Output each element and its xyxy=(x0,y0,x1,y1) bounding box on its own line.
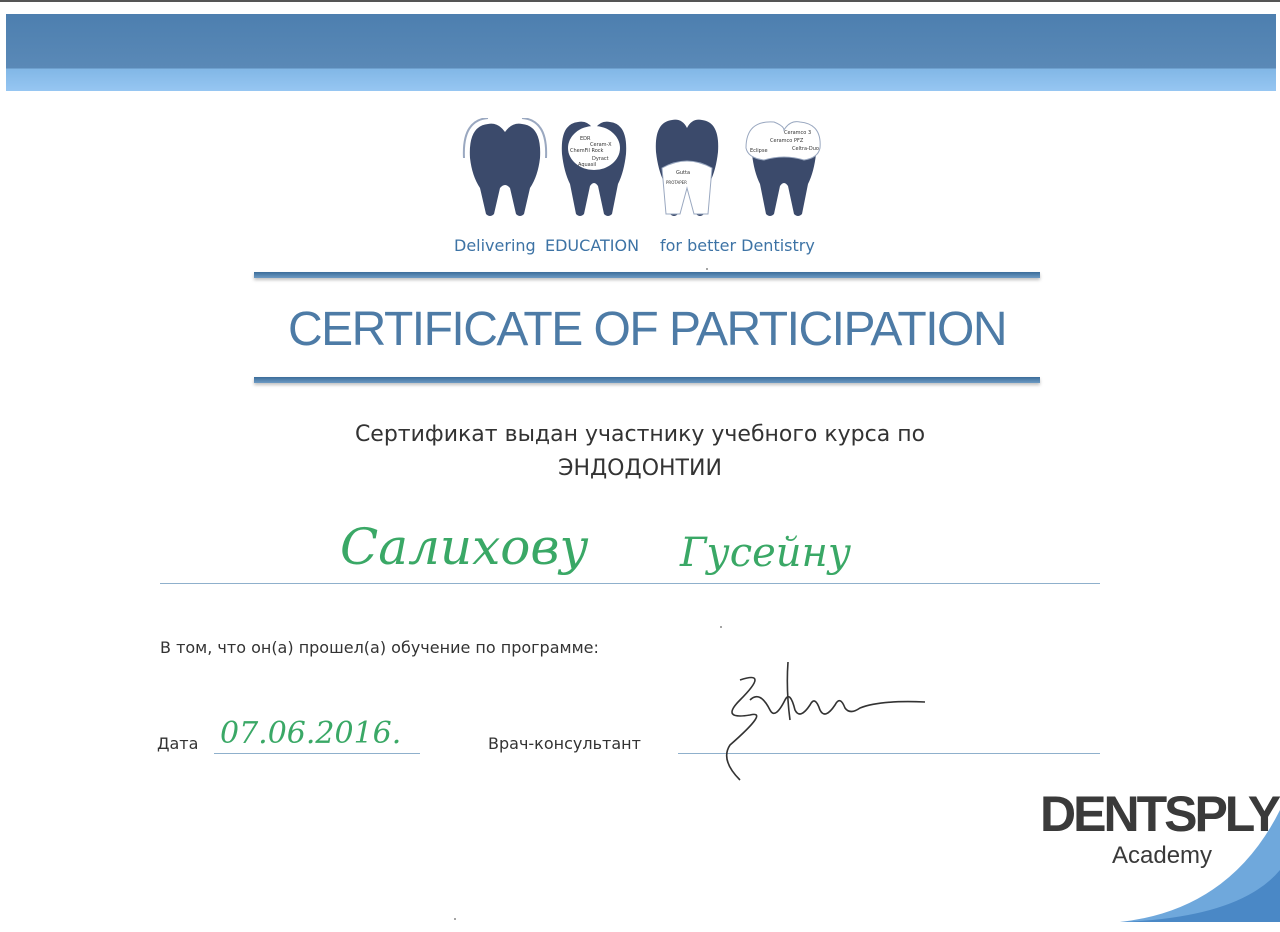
title-rule-top xyxy=(254,272,1040,278)
svg-text:ChemFil Rock: ChemFil Rock xyxy=(570,148,604,154)
svg-text:Eclipse: Eclipse xyxy=(750,148,768,154)
svg-text:Ceramco PFZ: Ceramco PFZ xyxy=(770,138,804,144)
subtitle-line-1: Сертификат выдан участнику учебного курс… xyxy=(354,422,926,447)
program-statement: В том, что он(а) прошел(а) обучение по п… xyxy=(160,638,599,657)
title-rule-bottom xyxy=(254,377,1040,383)
date-label: Дата xyxy=(157,734,199,753)
svg-text:PROTAPER: PROTAPER xyxy=(666,180,687,185)
speck xyxy=(720,626,722,628)
date-underline xyxy=(214,753,420,754)
tooth-icon: Gutta PROTAPER xyxy=(655,119,719,216)
svg-text:Gutta: Gutta xyxy=(676,170,690,176)
top-edge-line xyxy=(0,0,1280,2)
tagline-left: Delivering xyxy=(454,236,536,255)
tooth-icon xyxy=(462,118,548,216)
course-name: ЭНДОДОНТИИ xyxy=(558,456,722,481)
top-banner xyxy=(6,14,1276,91)
tooth-icon: Ceramco 3 Ceramco PFZ Eclipse Celtra-Duo xyxy=(745,121,821,216)
academy-label: Academy xyxy=(1112,842,1213,869)
svg-text:Ceramco 3: Ceramco 3 xyxy=(784,130,811,136)
certificate-title: CERTIFICATE OF PARTICIPATION xyxy=(287,303,1008,356)
svg-text:Aquasil: Aquasil xyxy=(578,162,596,168)
speck xyxy=(706,268,708,270)
speck xyxy=(454,918,456,920)
teeth-logo: EDR Ceram-X ChemFil Rock Dyract Aquasil … xyxy=(460,118,830,228)
consultant-signature xyxy=(725,661,926,781)
tagline-right: for better Dentistry xyxy=(660,236,815,255)
consultant-label: Врач-консультант xyxy=(488,734,641,753)
svg-text:Celtra-Duo: Celtra-Duo xyxy=(792,146,819,152)
tooth-icon: EDR Ceram-X ChemFil Rock Dyract Aquasil xyxy=(561,121,627,216)
date-value: 07.06.2016. xyxy=(220,716,402,751)
tagline-education: EDUCATION xyxy=(545,236,640,255)
name-underline xyxy=(160,583,1100,584)
dentsply-logo: DENTSPLY xyxy=(1040,786,1280,842)
recipient-surname: Салихову xyxy=(340,518,589,576)
recipient-name: Гусейну xyxy=(680,530,852,576)
